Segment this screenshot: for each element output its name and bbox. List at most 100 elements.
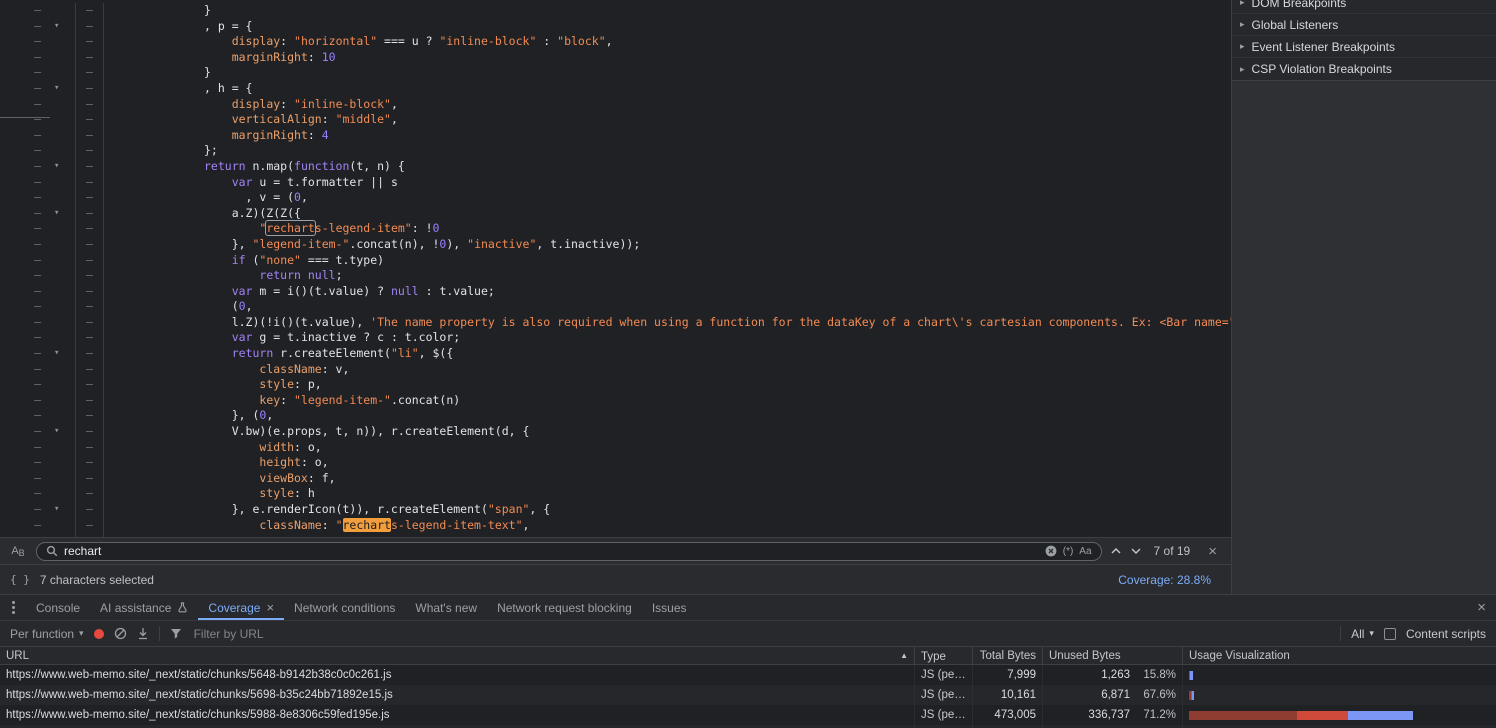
record-button[interactable] <box>94 629 104 639</box>
tab-issues[interactable]: Issues <box>642 595 697 620</box>
table-row[interactable]: https://www.web-memo.site/_next/static/c… <box>0 685 1496 705</box>
sidebar-section-label: CSP Violation Breakpoints <box>1252 62 1392 76</box>
fold-toggle-icon[interactable]: ▾ <box>54 19 75 35</box>
line-marker: – <box>0 440 41 456</box>
coverage-marker: – <box>76 221 103 237</box>
fold-toggle-icon[interactable]: ▾ <box>54 502 75 518</box>
coverage-marker: – <box>76 299 103 315</box>
fold-toggle-icon[interactable]: ▾ <box>54 206 75 222</box>
coverage-status-link[interactable]: Coverage: 28.8% <box>1118 573 1221 587</box>
line-marker: – <box>0 97 41 113</box>
line-marker: – <box>0 65 41 81</box>
fold-toggle-icon[interactable]: ▾ <box>54 424 75 440</box>
line-marker: – <box>0 377 41 393</box>
flask-icon <box>177 602 188 613</box>
tab-console[interactable]: Console <box>26 595 90 620</box>
code-line: , h = { <box>204 81 1231 97</box>
search-input[interactable] <box>64 544 1039 558</box>
total-bytes-cell: 7,999 <box>973 665 1043 685</box>
coverage-marker: – <box>76 284 103 300</box>
url-filter-input[interactable] <box>192 626 1331 642</box>
line-marker: – <box>0 299 41 315</box>
line-marker: – <box>0 112 41 128</box>
coverage-type-select[interactable]: Per function ▾ <box>10 627 84 641</box>
coverage-grid-body: https://www.web-memo.site/_next/static/c… <box>0 665 1496 728</box>
unused-bytes-value: 6,871 <box>1049 689 1130 701</box>
column-header-url[interactable]: URL▲ <box>0 647 915 664</box>
fold-gutter-cell <box>54 143 75 159</box>
code-content[interactable]: }, p = { display: "horizontal" === u ? "… <box>104 3 1231 537</box>
code-line: if ("none" === t.type) <box>204 253 1231 269</box>
clear-search-icon[interactable] <box>1045 545 1057 557</box>
chevron-right-icon: ▸ <box>1240 41 1245 52</box>
chevron-right-icon: ▸ <box>1240 19 1245 30</box>
clear-coverage-icon[interactable] <box>114 627 127 640</box>
fold-gutter-cell <box>54 315 75 331</box>
sidebar-section-global-listeners[interactable]: ▸ Global Listeners <box>1232 14 1496 36</box>
sidebar-section-event-listener-breakpoints[interactable]: ▸Event Listener Breakpoints <box>1232 36 1496 58</box>
coverage-grid-header: URL▲TypeTotal BytesUnused BytesUsage Vis… <box>0 647 1496 665</box>
coverage-marker: – <box>76 175 103 191</box>
coverage-scope-select[interactable]: All ▾ <box>1351 627 1374 641</box>
code-line: }, e.renderIcon(t)), r.createElement("sp… <box>204 502 1231 518</box>
code-line: var u = t.formatter || s <box>204 175 1231 191</box>
code-editor[interactable]: –––––––––––––––––––––––––––––––––– ▾▾▾▾▾… <box>0 0 1231 537</box>
column-header-type[interactable]: Type <box>915 647 973 664</box>
pretty-print-icon[interactable]: { } <box>10 573 30 586</box>
table-row[interactable]: https://www.web-memo.site/_next/static/c… <box>0 705 1496 725</box>
sidebar-section-label: Global Listeners <box>1252 18 1339 32</box>
fold-gutter-cell <box>54 440 75 456</box>
close-drawer-button[interactable]: × <box>1467 595 1496 620</box>
coverage-marker: – <box>76 253 103 269</box>
close-tab-icon[interactable]: × <box>266 600 274 615</box>
sidebar-section-label: DOM Breakpoints <box>1252 0 1347 10</box>
column-header-total-bytes[interactable]: Total Bytes <box>973 647 1043 664</box>
previous-match-button[interactable] <box>1110 547 1122 555</box>
fold-gutter-cell <box>54 393 75 409</box>
fold-toggle-icon[interactable]: ▾ <box>54 346 75 362</box>
match-case-icon[interactable]: Aa <box>1079 546 1091 557</box>
coverage-marker: – <box>76 3 103 19</box>
tab-ai-assistance[interactable]: AI assistance <box>90 595 198 620</box>
coverage-marker: – <box>76 65 103 81</box>
tab-network-request-blocking[interactable]: Network request blocking <box>487 595 642 620</box>
next-match-button[interactable] <box>1130 547 1142 555</box>
code-line: "recharts-legend-item": !0 <box>204 221 1231 237</box>
line-marker: – <box>0 362 41 378</box>
drawer-menu-button[interactable] <box>0 595 26 620</box>
tab-coverage[interactable]: Coverage× <box>198 595 284 620</box>
fold-gutter-cell <box>54 50 75 66</box>
sidebar-section-dom-breakpoints[interactable]: ▸DOM Breakpoints <box>1232 0 1496 14</box>
total-bytes-cell: 10,161 <box>973 685 1043 705</box>
fold-toggle-icon[interactable]: ▾ <box>54 81 75 97</box>
code-line: className: v, <box>204 362 1231 378</box>
coverage-marker: – <box>76 190 103 206</box>
code-line: className: "recharts-legend-item-text", <box>204 518 1231 534</box>
coverage-marker: – <box>76 50 103 66</box>
content-scripts-checkbox[interactable] <box>1384 628 1396 640</box>
tab-label: Network request blocking <box>497 601 632 615</box>
line-marker: – <box>0 128 41 144</box>
sidebar-section-csp-violation-breakpoints[interactable]: ▸CSP Violation Breakpoints <box>1232 58 1496 80</box>
code-line: width: o, <box>204 440 1231 456</box>
table-row[interactable]: https://www.web-memo.site/_next/static/c… <box>0 665 1496 685</box>
tab-what-s-new[interactable]: What's new <box>405 595 487 620</box>
filter-icon <box>170 628 182 639</box>
type-cell: JS (pe… <box>915 685 973 705</box>
close-search-button[interactable]: × <box>1202 544 1223 559</box>
line-marker: – <box>0 19 41 35</box>
regex-icon[interactable]: (*) <box>1063 546 1074 557</box>
fold-gutter-cell <box>54 518 75 534</box>
url-cell: https://www.web-memo.site/_next/static/c… <box>0 685 915 705</box>
column-header-unused-bytes[interactable]: Unused Bytes <box>1043 647 1183 664</box>
fold-toggle-icon[interactable]: ▾ <box>54 159 75 175</box>
export-icon[interactable] <box>137 627 149 640</box>
usage-bar <box>1189 711 1413 720</box>
search-input-container[interactable]: (*) Aa <box>36 542 1102 561</box>
match-count: 7 of 19 <box>1150 544 1195 558</box>
code-line: , v = (0, <box>204 190 1231 206</box>
coverage-marker: – <box>76 518 103 534</box>
column-header-usage-visualization[interactable]: Usage Visualization <box>1183 647 1496 664</box>
tab-network-conditions[interactable]: Network conditions <box>284 595 405 620</box>
code-line: return r.createElement("li", $({ <box>204 346 1231 362</box>
